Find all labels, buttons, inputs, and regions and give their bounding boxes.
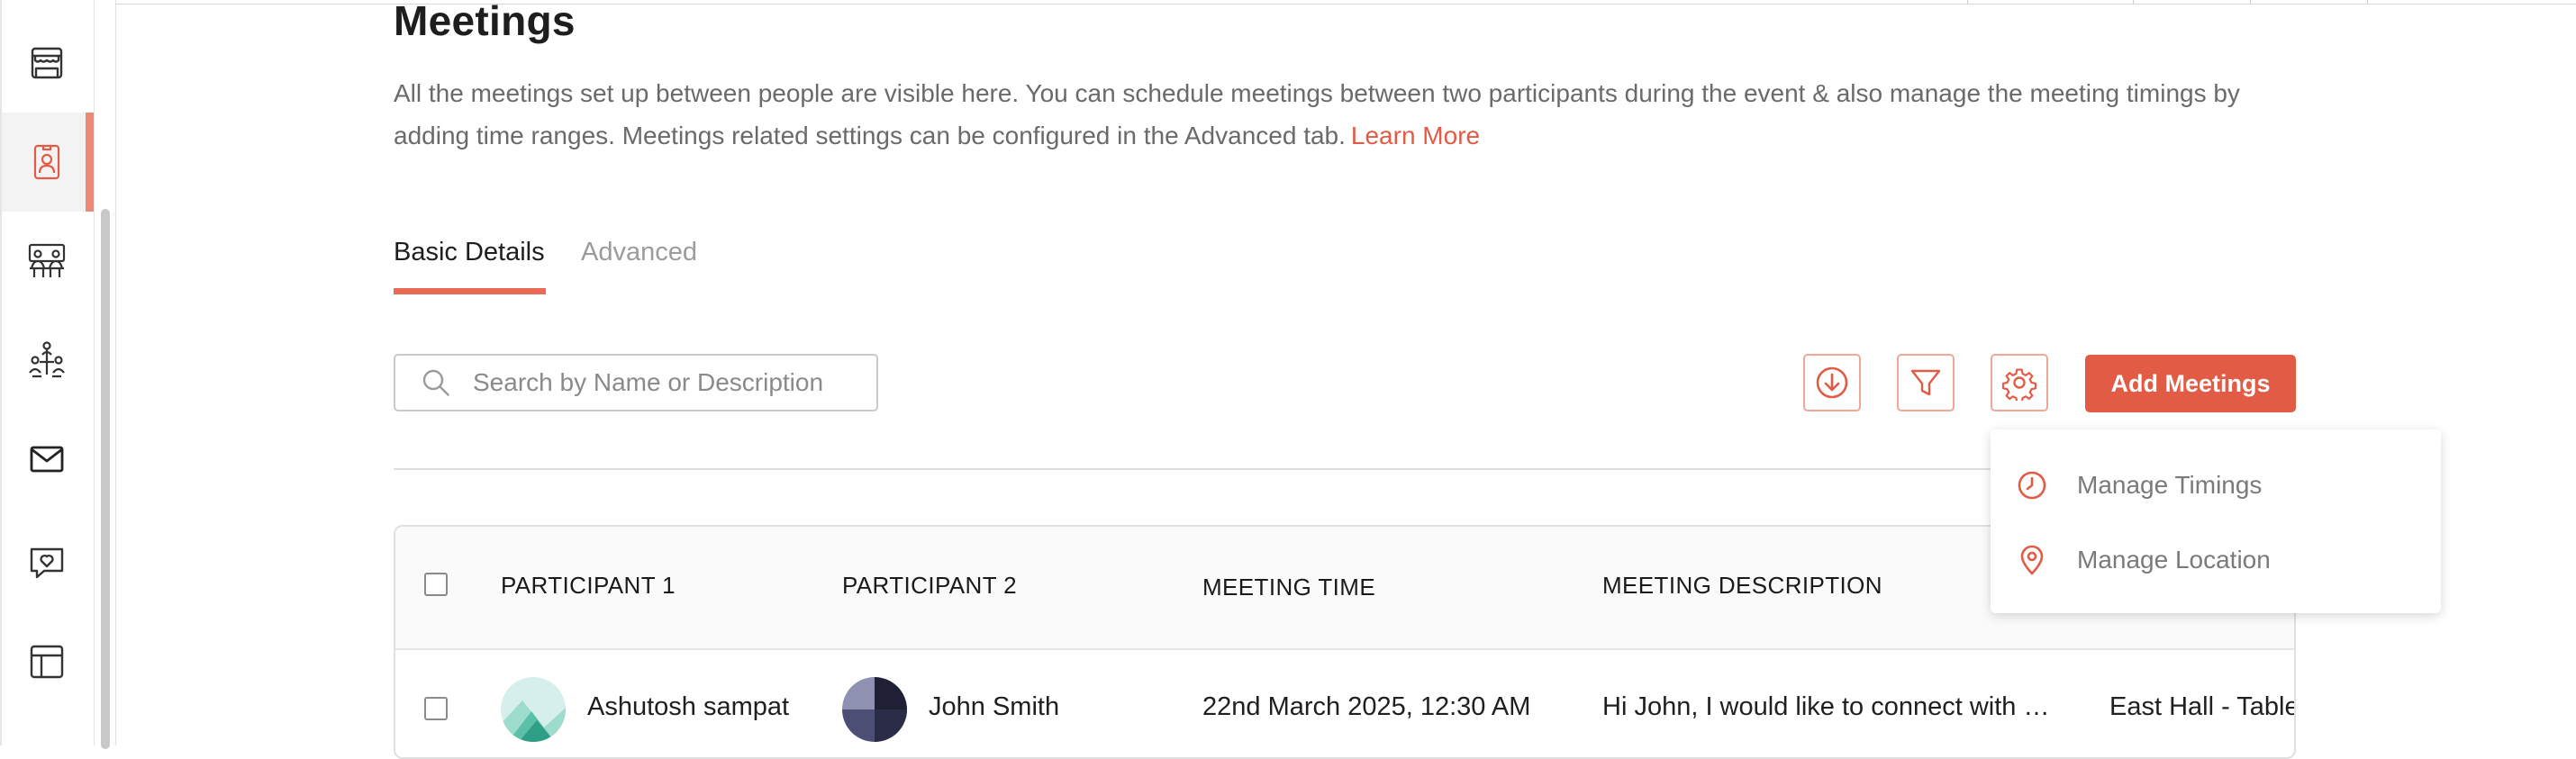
tab-advanced[interactable]: Advanced bbox=[581, 238, 697, 267]
column-header-participant2: PARTICIPANT 2 bbox=[842, 572, 1017, 599]
page-title: Meetings bbox=[394, 0, 576, 44]
sidebar-item-layout[interactable] bbox=[2, 612, 92, 711]
sidebar-item-engagement[interactable] bbox=[2, 513, 92, 612]
meeting-table-icon bbox=[28, 243, 66, 277]
select-all-checkbox[interactable] bbox=[424, 573, 448, 596]
download-button[interactable] bbox=[1803, 354, 1861, 411]
layout-icon bbox=[30, 645, 64, 679]
avatar bbox=[842, 677, 907, 742]
settings-dropdown-menu: Manage Timings Manage Location bbox=[1991, 429, 2441, 613]
add-meetings-button[interactable]: Add Meetings bbox=[2085, 355, 2296, 412]
sidebar-item-attendees[interactable] bbox=[2, 113, 94, 212]
participant1-name: Ashutosh sampat bbox=[587, 692, 790, 721]
search-box[interactable] bbox=[394, 354, 878, 411]
download-circle-icon bbox=[1816, 366, 1848, 399]
page-description: All the meetings set up between people a… bbox=[394, 72, 2303, 157]
attendee-badge-icon bbox=[33, 144, 60, 180]
description-text: All the meetings set up between people a… bbox=[394, 79, 2240, 149]
sidebar-scrollbar[interactable] bbox=[101, 209, 110, 749]
search-icon bbox=[422, 369, 449, 396]
learn-more-link[interactable]: Learn More bbox=[1351, 122, 1480, 149]
meeting-description-value: Hi John, I would like to connect with … bbox=[1602, 692, 2050, 721]
menu-item-manage-timings[interactable]: Manage Timings bbox=[1991, 454, 2441, 517]
clock-icon bbox=[2018, 471, 2046, 500]
gear-icon bbox=[2001, 368, 2037, 401]
chat-heart-icon bbox=[30, 547, 64, 579]
menu-item-label: Manage Location bbox=[2077, 546, 2271, 574]
avatar-mountains-image bbox=[501, 677, 566, 742]
people-network-icon bbox=[29, 341, 65, 378]
search-input[interactable] bbox=[471, 367, 853, 398]
menu-item-manage-location[interactable]: Manage Location bbox=[1991, 529, 2441, 592]
mail-icon bbox=[30, 446, 64, 473]
column-header-meeting-description: MEETING DESCRIPTION bbox=[1602, 572, 1882, 599]
sidebar-item-email[interactable] bbox=[2, 410, 92, 509]
sidebar-item-booths[interactable] bbox=[2, 14, 92, 113]
content-divider bbox=[115, 0, 116, 745]
participant2-name: John Smith bbox=[929, 692, 1060, 721]
column-header-meeting-time: MEETING TIME bbox=[1202, 574, 1376, 601]
menu-item-label: Manage Timings bbox=[2077, 471, 2263, 499]
tab-basic-details[interactable]: Basic Details bbox=[394, 238, 545, 267]
settings-button[interactable] bbox=[1991, 354, 2048, 411]
sidebar-item-networking[interactable] bbox=[2, 311, 92, 410]
table-row[interactable]: Ashutosh sampat John Smith 22nd March 20… bbox=[395, 650, 2296, 757]
avatar bbox=[501, 677, 566, 742]
column-header-participant1: PARTICIPANT 1 bbox=[501, 572, 676, 599]
location-pin-icon bbox=[2020, 545, 2044, 575]
active-tab-indicator bbox=[394, 288, 546, 294]
meeting-location-value: East Hall - Table bbox=[2109, 692, 2296, 721]
row-checkbox[interactable] bbox=[424, 697, 448, 720]
sidebar-item-meetings[interactable] bbox=[2, 212, 92, 311]
left-sidebar bbox=[0, 0, 95, 745]
filter-icon bbox=[1910, 369, 1941, 396]
meeting-time-value: 22nd March 2025, 12:30 AM bbox=[1202, 692, 1531, 721]
storefront-icon bbox=[31, 47, 63, 79]
filter-button[interactable] bbox=[1897, 354, 1955, 411]
avatar-squares-image bbox=[842, 677, 907, 742]
